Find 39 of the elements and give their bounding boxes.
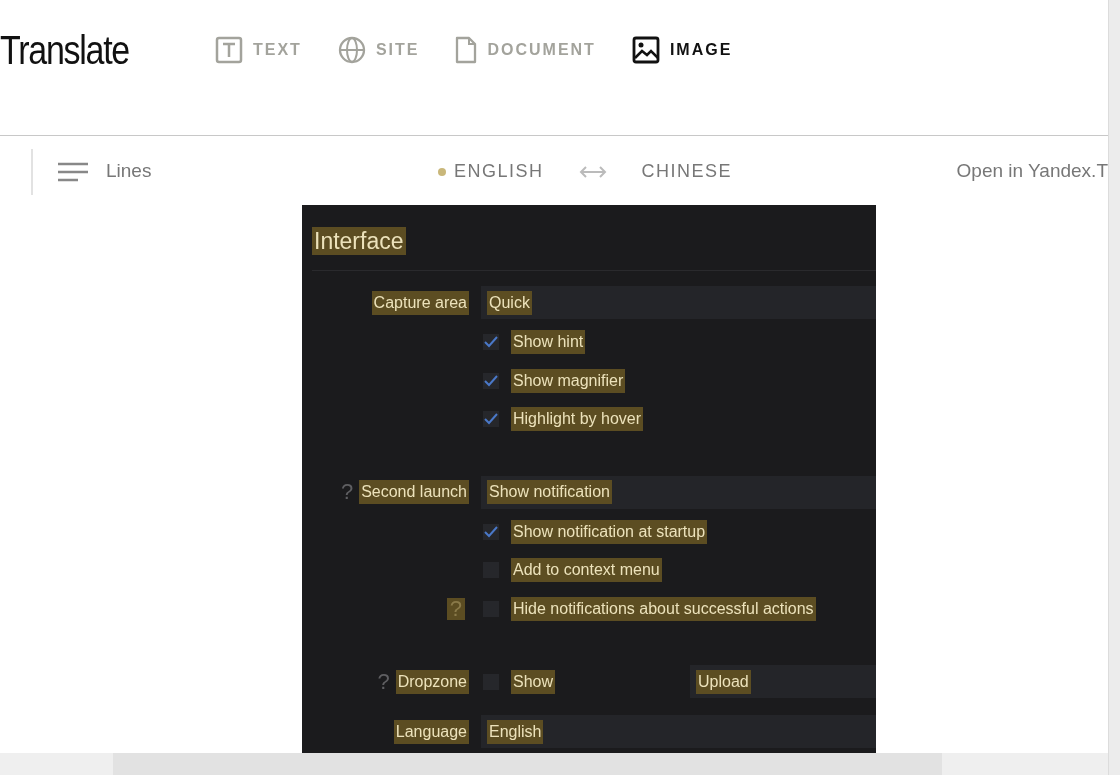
- setting-label: Second launch: [359, 480, 469, 504]
- open-in-app-link[interactable]: Open in Yandex.T: [956, 157, 1108, 186]
- logo-text: Translate: [0, 27, 130, 74]
- checkbox-label: Show hint: [511, 330, 586, 355]
- source-language[interactable]: ENGLISH: [438, 158, 544, 185]
- checkbox-label: Highlight by hover: [511, 407, 644, 432]
- setting-label: Language: [393, 719, 469, 744]
- tab[interactable]: TEXT: [215, 26, 302, 74]
- tab[interactable]: DOCUMENT: [455, 26, 596, 74]
- input-field[interactable]: Upload: [690, 665, 876, 698]
- checkbox-label: Show notification at startup: [511, 519, 708, 544]
- image-icon: [631, 36, 660, 64]
- setting-label: Capture area: [371, 290, 469, 315]
- swap-arrow-icon: [577, 164, 608, 179]
- text-icon: [215, 36, 243, 64]
- view-mode-button[interactable]: Lines: [58, 157, 438, 186]
- help-icon[interactable]: ?: [340, 481, 354, 503]
- globe-icon: [337, 36, 366, 64]
- dropdown[interactable]: English: [481, 715, 876, 748]
- checkbox-label: Show: [511, 669, 556, 694]
- checkbox[interactable]: [483, 523, 499, 540]
- lines-icon: [58, 161, 88, 182]
- checkbox-label: Show magnifier: [511, 368, 626, 393]
- heading: Interface: [312, 227, 406, 255]
- target-language[interactable]: CHINESE: [641, 158, 733, 185]
- swap-languages-button[interactable]: [577, 164, 608, 179]
- checkbox[interactable]: [483, 372, 499, 389]
- checkbox[interactable]: [483, 334, 499, 351]
- checkbox-label: Add to context menu: [511, 558, 662, 583]
- dropdown[interactable]: Quick: [481, 286, 876, 319]
- document-icon: [455, 36, 478, 64]
- setting-label: Dropzone: [395, 669, 469, 694]
- help-icon[interactable]: ?: [377, 670, 390, 693]
- checkbox[interactable]: [483, 411, 499, 428]
- dropdown[interactable]: Show notification: [481, 475, 876, 509]
- dot-icon: [438, 167, 446, 176]
- tab[interactable]: SITE: [337, 26, 420, 74]
- checkbox-label: Hide notifications about successful actions: [511, 596, 816, 621]
- tab[interactable]: IMAGE: [631, 26, 733, 74]
